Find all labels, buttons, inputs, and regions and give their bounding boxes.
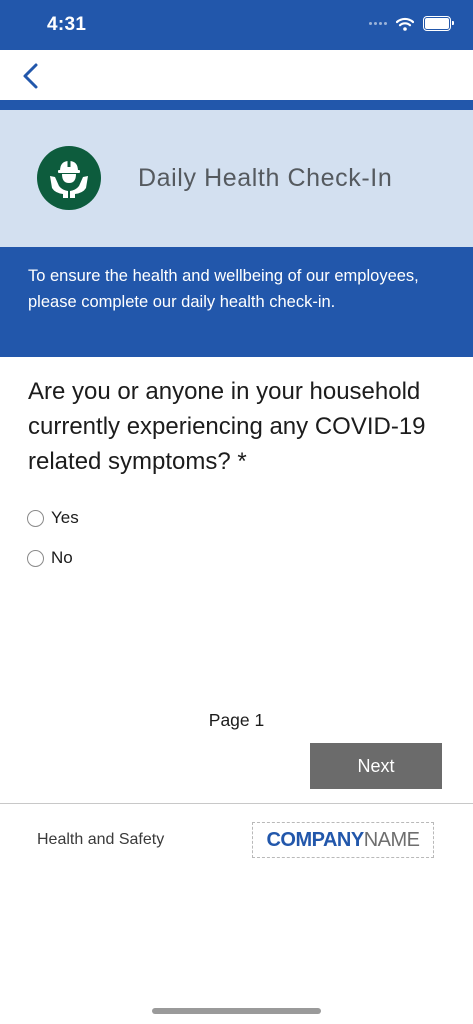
home-indicator[interactable]	[152, 1008, 321, 1014]
option-no[interactable]: No	[27, 548, 73, 568]
option-label-no: No	[51, 548, 73, 567]
company-logo-bold: COMPANY	[266, 828, 364, 851]
page-title: Daily Health Check-In	[138, 164, 393, 192]
company-logo: COMPANY NAME	[252, 822, 434, 858]
wifi-icon	[396, 17, 414, 31]
navigation-bar	[0, 50, 473, 100]
worker-hands-icon	[37, 146, 101, 210]
radio-button-no[interactable]	[27, 549, 44, 567]
back-button[interactable]	[14, 60, 48, 92]
intro-message: To ensure the health and wellbeing of ou…	[0, 247, 473, 357]
footer-label: Health and Safety	[37, 831, 165, 848]
status-time: 4:31	[47, 14, 87, 35]
footer-divider	[0, 803, 473, 804]
back-chevron-icon	[23, 63, 38, 89]
next-button[interactable]: Next	[310, 743, 442, 789]
nav-accent-stripe	[0, 100, 473, 110]
company-logo-light: NAME	[363, 828, 420, 851]
status-bar: 4:31	[0, 0, 473, 50]
cellular-signal-icon	[369, 22, 387, 25]
header-banner: Daily Health Check-In	[0, 110, 473, 247]
option-yes[interactable]: Yes	[27, 508, 79, 528]
page-indicator: Page 1	[208, 710, 265, 730]
status-icons	[369, 16, 454, 31]
radio-button-yes[interactable]	[27, 509, 44, 527]
battery-icon	[423, 16, 454, 31]
option-label-yes: Yes	[51, 508, 79, 527]
question-text: Are you or anyone in your household curr…	[28, 378, 426, 475]
